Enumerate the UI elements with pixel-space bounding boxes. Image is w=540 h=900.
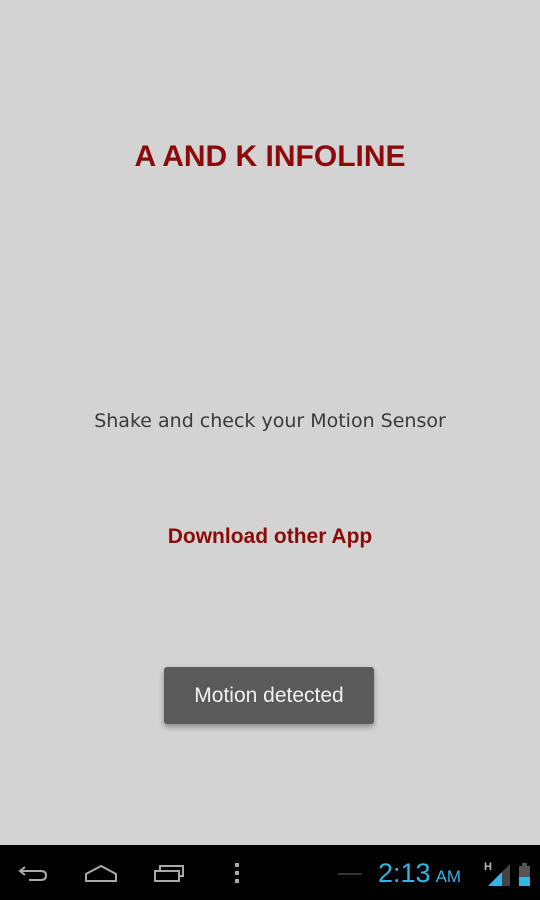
- overflow-menu-icon: [235, 862, 239, 883]
- home-icon: [85, 864, 117, 882]
- notification-placeholder: [338, 873, 362, 875]
- recent-apps-icon: [154, 864, 184, 882]
- overflow-menu-button[interactable]: [222, 845, 252, 900]
- toast-text: Motion detected: [194, 683, 344, 707]
- back-button[interactable]: [10, 845, 56, 900]
- back-arrow-icon: [18, 865, 48, 881]
- instruction-text: Shake and check your Motion Sensor: [94, 410, 446, 432]
- home-button[interactable]: [78, 845, 124, 900]
- download-other-app-link[interactable]: Download other App: [0, 525, 540, 549]
- app-screen: A AND K INFOLINE Shake and check your Mo…: [0, 0, 540, 845]
- clock-ampm: AM: [435, 867, 462, 886]
- network-type-label: H: [484, 861, 492, 873]
- battery-icon: [519, 863, 530, 886]
- recent-apps-button[interactable]: [146, 845, 192, 900]
- app-title: A AND K INFOLINE: [134, 140, 406, 173]
- status-icons[interactable]: H: [482, 858, 536, 888]
- status-clock[interactable]: 2:13 AM: [378, 858, 461, 889]
- clock-time: 2:13: [378, 858, 431, 888]
- toast-message: Motion detected: [164, 667, 374, 724]
